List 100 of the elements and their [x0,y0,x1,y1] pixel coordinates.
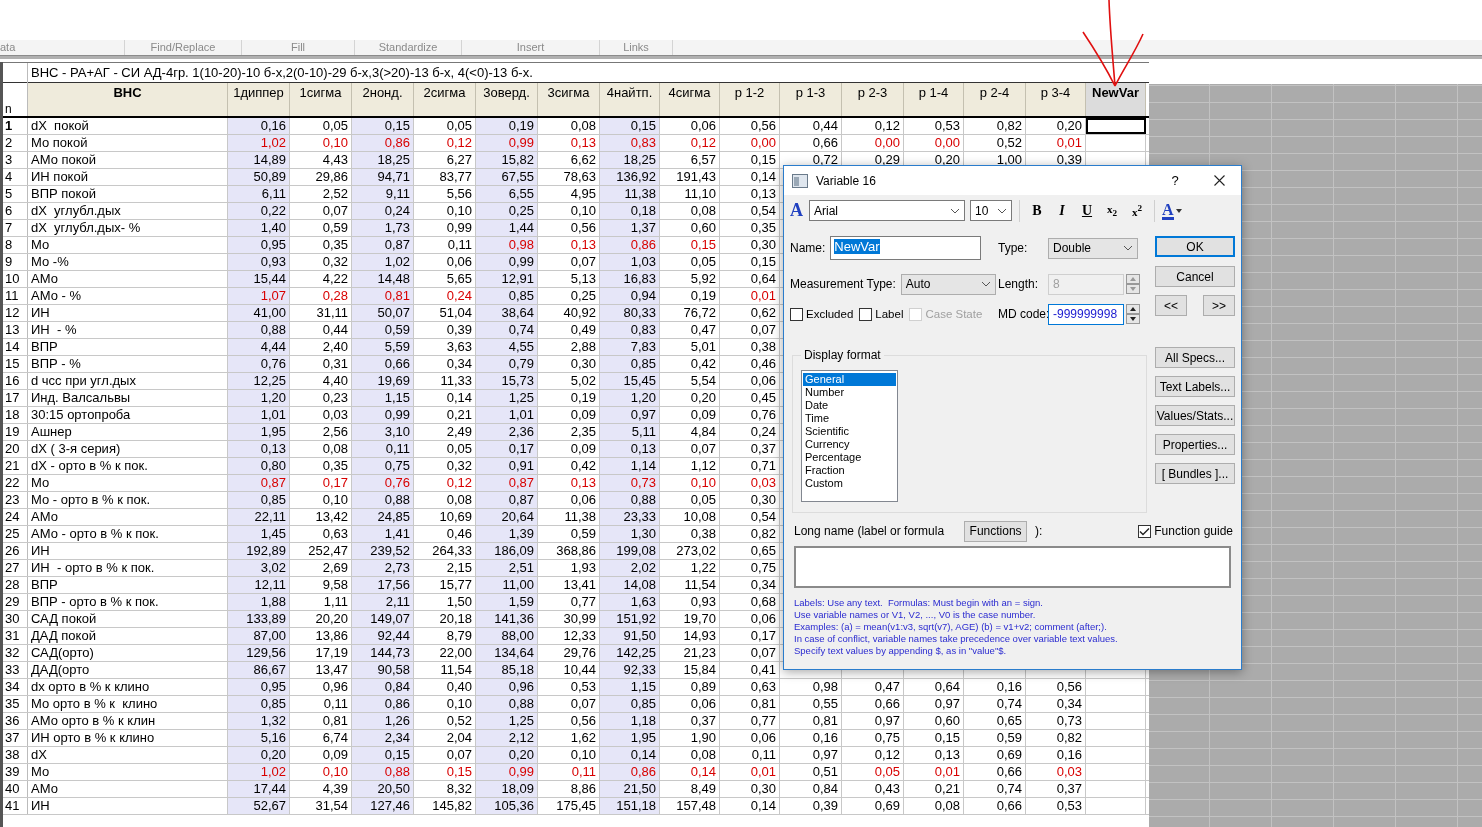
format-option[interactable]: Currency [803,438,896,451]
table-cell: 0,86 [352,696,414,712]
table-cell: 0,95 [228,679,290,695]
format-option[interactable]: Scientific [803,425,896,438]
font-select[interactable]: Arial [809,200,965,221]
chevron-icon [1123,245,1133,251]
checkbox[interactable]: Label [859,307,904,321]
table-cell: 1,20 [228,390,290,406]
table-cell: 5,16 [228,730,290,746]
previous-button[interactable]: << [1155,295,1187,316]
format-button[interactable]: x$_{2}$ [1102,202,1122,219]
table-cell: 186,09 [476,543,538,559]
ok-button[interactable]: OK [1155,236,1235,257]
table-cell: 0,15 [600,118,660,134]
md-code-field[interactable]: -999999998 [1048,303,1124,325]
format-button[interactable]: x$^{2}$ [1127,203,1147,218]
functions-button[interactable]: Functions [964,520,1028,542]
table-cell: 1,39 [476,526,538,542]
spin-button[interactable] [1126,304,1140,324]
dialog-button[interactable]: All Specs... [1155,347,1235,368]
type-select[interactable]: Double [1048,237,1138,259]
table-cell: 15,45 [600,373,660,389]
table-cell: 14,08 [600,577,660,593]
column-header[interactable]: NewVar [1086,83,1146,116]
field-label: ): [1035,524,1043,538]
checkbox[interactable]: Function guide [1138,524,1233,538]
table-cell: 16,83 [600,271,660,287]
table-cell: 0,25 [476,203,538,219]
format-button[interactable]: B [1027,202,1047,219]
table-cell: dX углубл.дых- % [28,220,228,236]
measurement-type-select[interactable]: Auto [900,273,996,295]
checkbox[interactable]: Excluded [790,307,854,321]
column-header[interactable]: p 2-3 [842,83,904,116]
table-cell: 0,95 [228,237,290,253]
chevron-icon [980,281,991,287]
column-header[interactable]: p 3-4 [1026,83,1086,116]
table-cell: 5,11 [600,424,660,440]
column-header[interactable]: 2нонд. [352,83,414,116]
column-header[interactable]: p 2-4 [964,83,1026,116]
checkmark-icon [1139,526,1151,536]
column-header[interactable]: p 1-2 [720,83,780,116]
table-cell: 0,11 [352,441,414,457]
dialog-button[interactable]: [ Bundles ]... [1155,463,1235,484]
table-cell: АМо покой [28,152,228,168]
column-header[interactable]: 4сигма [660,83,720,116]
table-cell: 134,64 [476,645,538,661]
dialog-button[interactable]: Values/Stats... [1155,405,1235,426]
table-cell: 192,89 [228,543,290,559]
column-header[interactable]: 2сигма [414,83,476,116]
cancel-button[interactable]: Cancel [1155,266,1235,287]
table-cell: 0,19 [476,118,538,134]
column-header[interactable]: p 1-4 [904,83,964,116]
table-cell: 0,13 [228,441,290,457]
format-option[interactable]: Percentage [803,451,896,464]
help-text: Labels: Use any text. Formulas: Must begin with an = sign. [794,597,1044,609]
column-header[interactable]: 3оверд. [476,83,538,116]
table-cell: 17,56 [352,577,414,593]
long-name-field[interactable] [794,546,1231,588]
column-header[interactable]: ВНС [28,83,228,116]
format-option[interactable]: Fraction [803,464,896,477]
column-header[interactable]: p 1-3 [780,83,842,116]
table-cell: 0,88 [228,322,290,338]
column-header[interactable]: 1диппер [228,83,290,116]
table-cell: АМо [28,781,228,797]
table-cell: 4,44 [228,339,290,355]
column-header[interactable]: 4найтп. [600,83,660,116]
table-cell: АМо [28,271,228,287]
next-button[interactable]: >> [1203,295,1235,316]
table-cell: 0,86 [600,764,660,780]
dialog-button[interactable]: Text Labels... [1155,376,1235,397]
table-cell: 92,33 [600,662,660,678]
table-cell: 0,15 [352,118,414,134]
format-option[interactable]: Date [803,399,896,412]
table-cell: 0,99 [476,764,538,780]
table-cell: 0,85 [228,696,290,712]
font-size-select[interactable]: 10 [970,200,1012,221]
table-cell: 142,25 [600,645,660,661]
column-header[interactable]: 1сигма [290,83,352,116]
format-option[interactable]: General [803,373,896,386]
font-color-button[interactable]: A [1162,201,1182,220]
name-field[interactable]: NewVar [830,236,982,260]
table-cell: dX углубл.дых [28,203,228,219]
table-cell: 88,00 [476,628,538,644]
help-button[interactable]: ? [1153,166,1197,195]
format-button[interactable]: U [1077,202,1097,219]
table-cell: 151,92 [600,611,660,627]
format-option[interactable]: Time [803,412,896,425]
table-cell: 1,73 [352,220,414,236]
table-cell: 1,15 [352,390,414,406]
format-button[interactable]: I [1052,202,1072,219]
table-cell: 14,48 [352,271,414,287]
column-header[interactable]: 3сигма [538,83,600,116]
table-cell: 0,20 [228,747,290,763]
format-option[interactable]: Number [803,386,896,399]
dialog-button[interactable]: Properties... [1155,434,1235,455]
format-option[interactable]: Custom [803,477,896,490]
table-cell: АМо орто в % к клин [28,713,228,729]
table-cell: 133,89 [228,611,290,627]
table-cell: 52,67 [228,798,290,814]
table-cell: 91,50 [600,628,660,644]
